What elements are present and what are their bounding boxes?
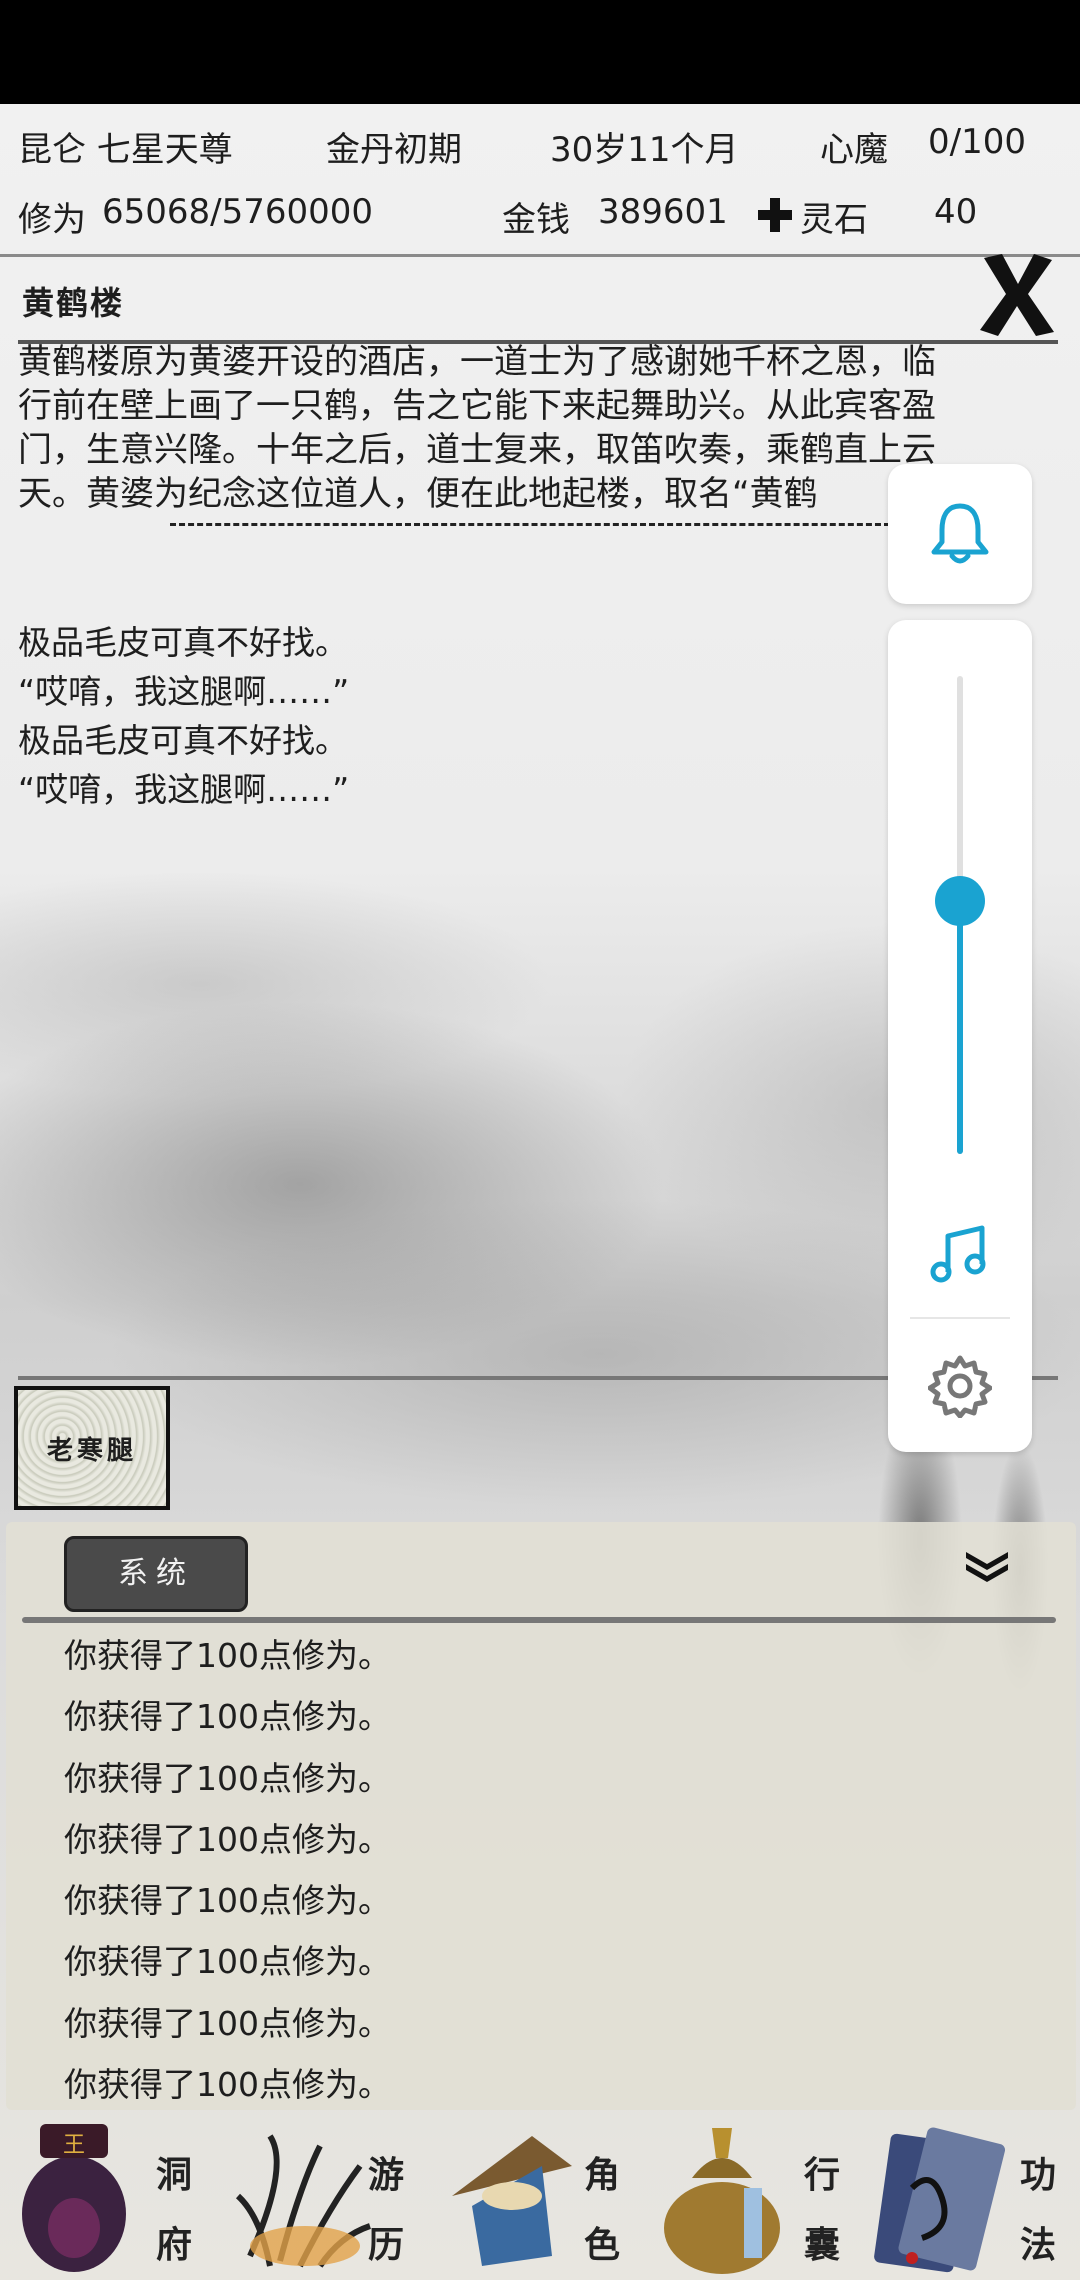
- cave-lantern-icon: 王: [22, 2124, 126, 2272]
- nav-character-char-1: 角: [584, 2154, 621, 2196]
- music-note-icon[interactable]: [928, 1222, 992, 1290]
- nav-travel-char-1: 游: [368, 2154, 405, 2196]
- dashed-separator: [170, 523, 890, 526]
- cultivation-value: 65068/5760000: [102, 192, 374, 232]
- event-line: 极品毛皮可真不好找。: [18, 721, 348, 760]
- volume-panel-divider: [910, 1317, 1010, 1319]
- nav-bag[interactable]: 行 囊: [648, 2112, 864, 2280]
- nav-bag-char-1: 行: [804, 2154, 841, 2196]
- log-entry: 你获得了100点修为。: [64, 1942, 391, 1982]
- log-entry: 你获得了100点修为。: [64, 1636, 391, 1675]
- nav-skills-char-2: 法: [1020, 2224, 1057, 2266]
- gear-icon[interactable]: [927, 1354, 993, 1422]
- nav-skills[interactable]: 功 法: [864, 2112, 1080, 2280]
- nav-travel[interactable]: 游 历: [216, 2112, 432, 2280]
- cultivation-label: 修为: [18, 200, 86, 240]
- log-entry: 你获得了100点修为。: [64, 2003, 391, 2043]
- description-line: 门，生意兴隆。十年之后，道士复来，取笛吹奏，乘鹤直上云: [18, 430, 936, 470]
- log-entry: 你获得了100点修为。: [64, 1697, 391, 1737]
- ringer-volume-panel: [888, 464, 1032, 604]
- collapse-chevron-icon[interactable]: [962, 1546, 1012, 1586]
- money-label: 金钱: [502, 200, 570, 240]
- nav-character[interactable]: 角 色: [432, 2112, 648, 2280]
- demon-label: 心魔: [820, 130, 888, 170]
- spirit-stone-icon: [756, 196, 794, 234]
- description-line: 行前在壁上画了一只鹤，告之它能下来起舞助兴。从此宾客盈: [18, 386, 936, 426]
- media-volume-panel: [888, 620, 1032, 1452]
- event-line: 极品毛皮可真不好找。: [18, 623, 348, 662]
- location-description: 黄鹤楼原为黄婆开设的酒店，一道士为了感谢她千杯之恩，临 行前在壁上画了一只鹤，告…: [18, 340, 1028, 516]
- tab-system[interactable]: 系统: [64, 1536, 248, 1612]
- straw-hat-icon: [452, 2136, 572, 2266]
- realm: 金丹初期: [326, 130, 462, 170]
- nav-cave-char-2: 府: [156, 2224, 193, 2266]
- location-title: 黄鹤楼: [22, 284, 125, 322]
- log-list: 你获得了100点修为。 你获得了100点修为。 你获得了100点修为。 你获得了…: [64, 1625, 964, 2115]
- description-line: 黄鹤楼原为黄婆开设的酒店，一道士为了感谢她千杯之恩，临: [18, 342, 936, 382]
- spirit-stone-label: 灵石: [800, 200, 868, 240]
- stats-header: 昆仑 七星天尊 金丹初期 30岁11个月 心魔 0/100 修为 65068/5…: [0, 104, 1080, 254]
- nav-bag-char-2: 囊: [804, 2224, 841, 2266]
- volume-slider-fill: [957, 900, 963, 1154]
- demon-value: 0/100: [928, 122, 1026, 162]
- nav-cave[interactable]: 王 洞 府: [0, 2112, 216, 2280]
- npc-label: 老寒腿: [46, 1436, 137, 1466]
- volume-slider-knob[interactable]: [935, 875, 985, 926]
- scroll-book-icon: [874, 2127, 1006, 2273]
- svg-text:王: 王: [63, 2133, 85, 2158]
- log-entry: 你获得了100点修为。: [64, 1758, 391, 1798]
- status-bar: [0, 0, 1080, 104]
- event-line: “哎唷，我这腿啊……”: [18, 770, 350, 809]
- money-value: 389601: [598, 192, 728, 232]
- nav-travel-char-2: 历: [368, 2224, 405, 2266]
- bell-icon[interactable]: [930, 502, 990, 570]
- nav-skills-char-1: 功: [1020, 2154, 1057, 2196]
- description-line: 天。黄婆为纪念这位道人，便在此地起楼，取名“黄鹤: [18, 474, 818, 514]
- close-icon[interactable]: [976, 250, 1058, 340]
- log-entry: 你获得了100点修为。: [64, 1881, 391, 1921]
- event-line: “哎唷，我这腿啊……”: [18, 672, 350, 711]
- event-text: 极品毛皮可真不好找。 “哎唷，我这腿啊……” 极品毛皮可真不好找。 “哎唷，我这…: [18, 618, 718, 814]
- header-divider: [0, 254, 1080, 257]
- grass-icon: [235, 2134, 372, 2268]
- sack-icon: [664, 2128, 780, 2274]
- log-entry: 你获得了100点修为。: [64, 1819, 391, 1859]
- sect-title: 昆仑 七星天尊: [18, 130, 233, 170]
- spirit-stone-value: 40: [934, 192, 978, 232]
- volume-slider[interactable]: [935, 676, 985, 1154]
- log-divider: [22, 1617, 1056, 1623]
- log-entry: 你获得了100点修为。: [64, 2065, 391, 2105]
- nav-cave-char-1: 洞: [156, 2154, 193, 2196]
- nav-character-char-2: 色: [584, 2224, 621, 2266]
- age: 30岁11个月: [550, 130, 739, 170]
- bottom-nav: 王 洞 府 游 历 角 色 行 囊 功 法: [0, 2112, 1080, 2280]
- npc-button[interactable]: 老寒腿: [14, 1386, 170, 1510]
